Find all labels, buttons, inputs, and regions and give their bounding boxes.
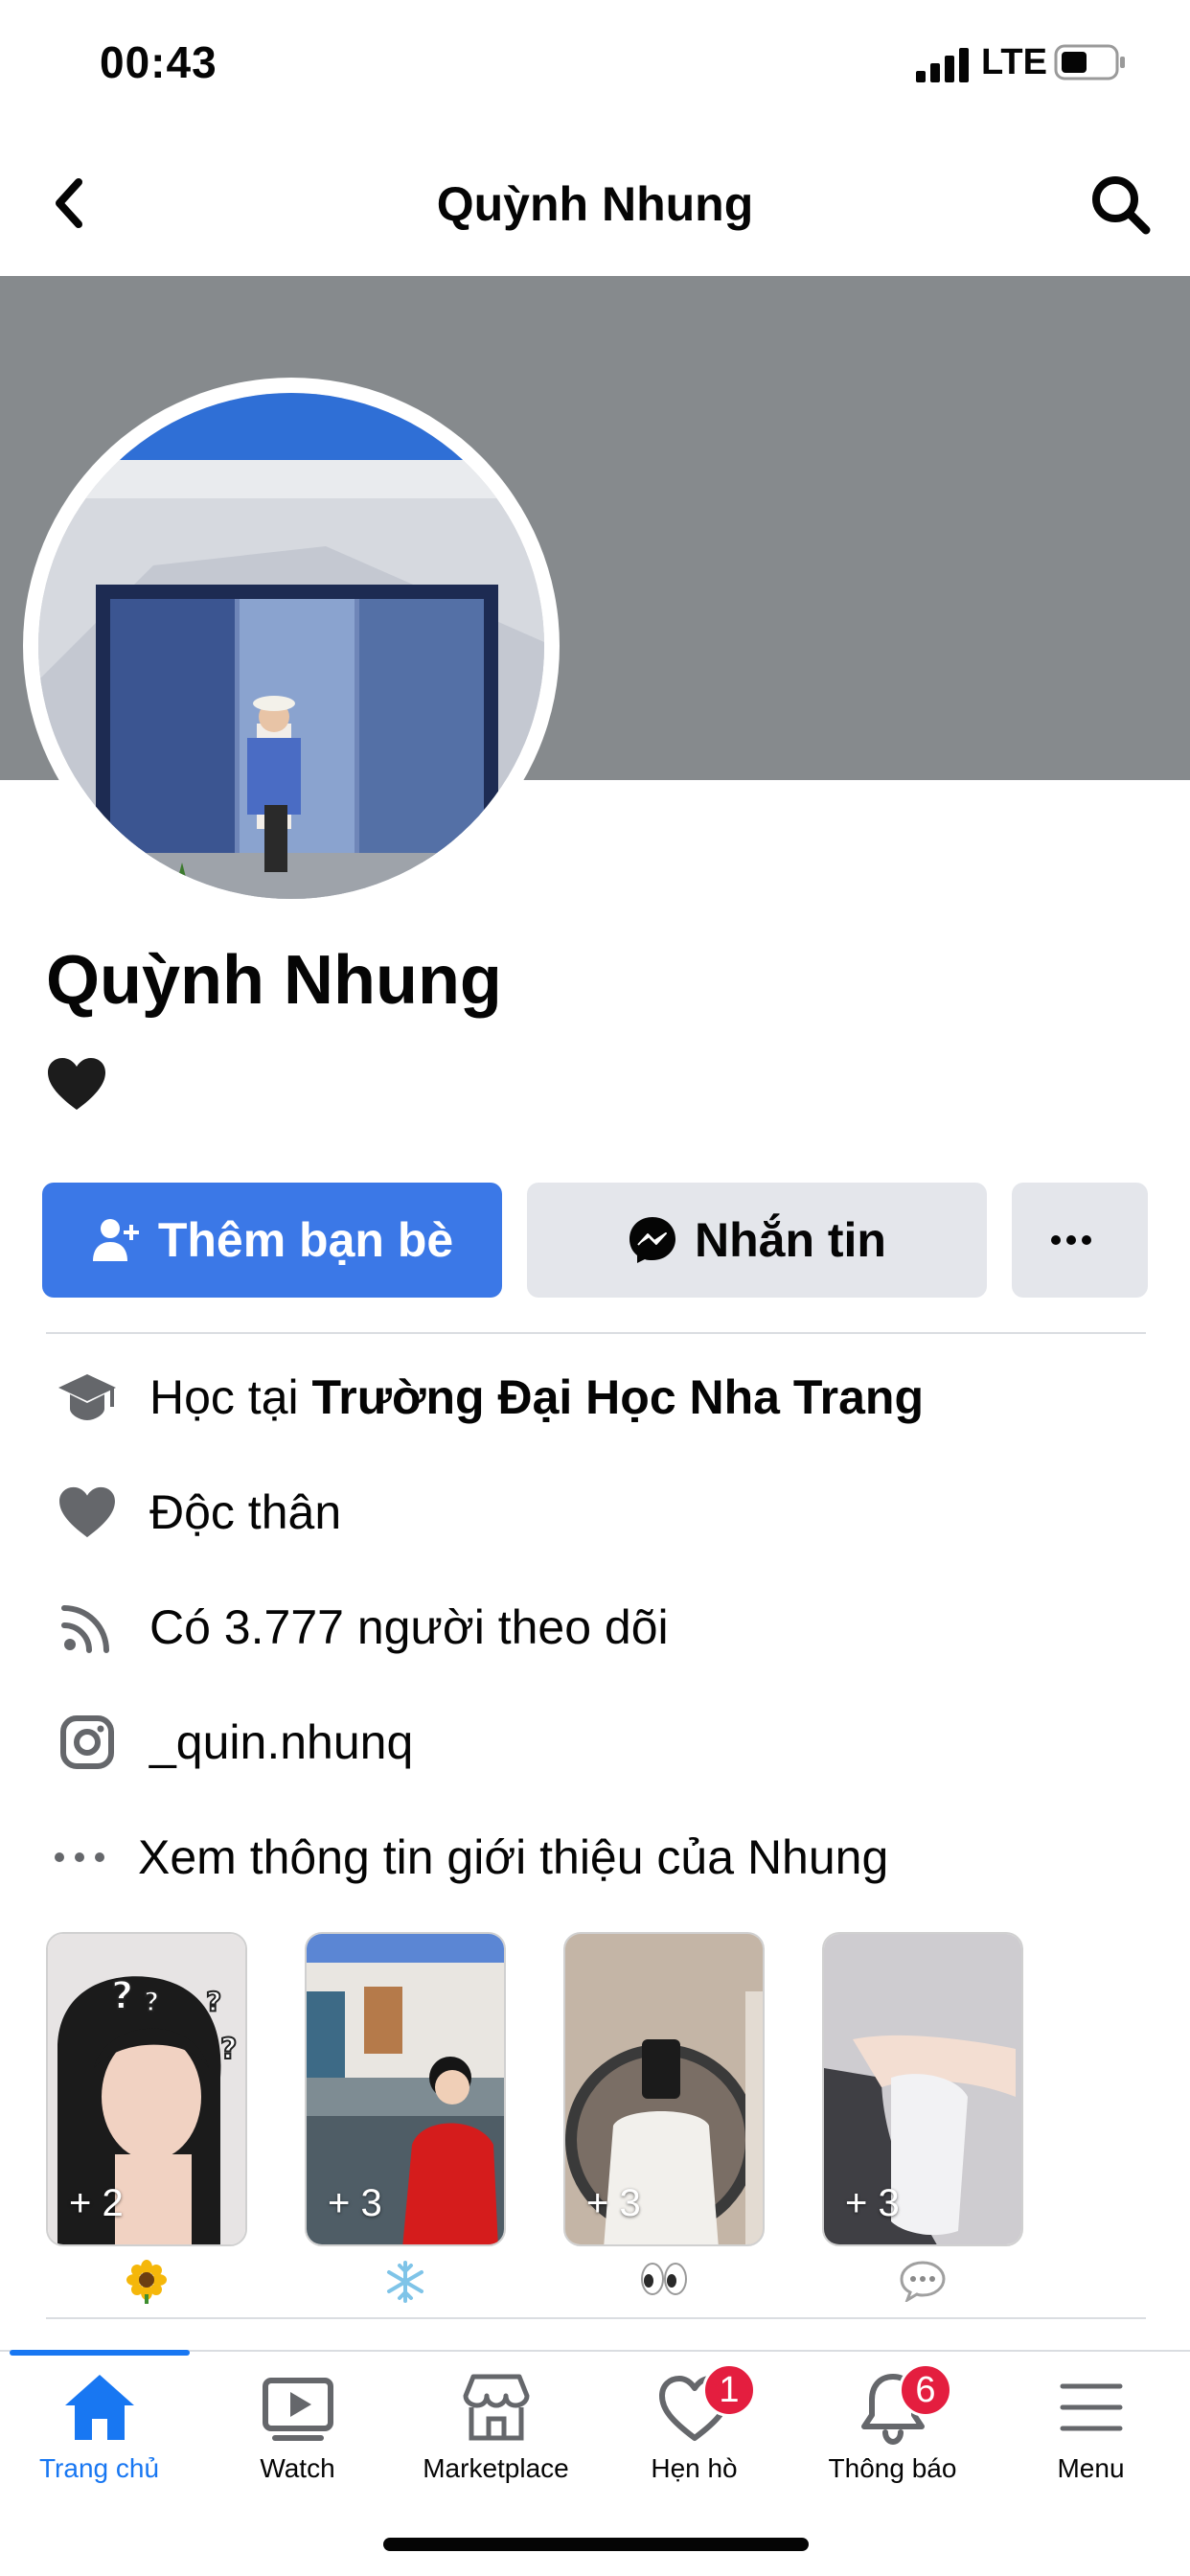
profile-name: Quỳnh Nhung bbox=[46, 942, 502, 1019]
svg-text:?: ? bbox=[144, 1986, 159, 2017]
tab-home[interactable]: Trang chủ bbox=[0, 2352, 198, 2505]
profile-avatar[interactable] bbox=[23, 378, 560, 914]
tab-dating[interactable]: 1 Hẹn hò bbox=[595, 2352, 793, 2505]
info-followers: Có 3.777 người theo dõi bbox=[0, 1579, 1190, 1675]
svg-text:?: ? bbox=[206, 1986, 221, 2017]
highlight-card[interactable]: + 3 bbox=[563, 1932, 765, 2246]
signal-icon bbox=[916, 48, 969, 82]
home-indicator[interactable] bbox=[383, 2538, 809, 2551]
tab-notifications-label: Thông báo bbox=[828, 2453, 957, 2483]
education-school[interactable]: Trường Đại Học Nha Trang bbox=[312, 1370, 925, 1424]
message-button[interactable]: Nhắn tin bbox=[527, 1183, 987, 1298]
watch-icon bbox=[262, 2378, 333, 2441]
see-about-link[interactable]: Xem thông tin giới thiệu của Nhung bbox=[138, 1829, 888, 1885]
highlight-emoji bbox=[563, 2260, 765, 2308]
tab-watch-label: Watch bbox=[260, 2453, 335, 2483]
highlight-count: + 3 bbox=[845, 2182, 900, 2224]
graduation-cap-icon bbox=[58, 1374, 116, 1420]
info-relationship-text: Độc thân bbox=[149, 1485, 342, 1539]
highlight-emoji bbox=[822, 2260, 1023, 2308]
highlight-count: + 2 bbox=[69, 2182, 124, 2224]
info-relationship: Độc thân bbox=[0, 1464, 1190, 1560]
status-bar: 00:43 LTE bbox=[0, 0, 1190, 134]
avatar-photo bbox=[38, 393, 544, 899]
info-education: Học tại Trường Đại Học Nha Trang bbox=[0, 1349, 1190, 1445]
more-dots-icon bbox=[55, 1852, 104, 1862]
highlight-card[interactable]: + 3 bbox=[822, 1932, 1023, 2246]
highlight-card[interactable]: + 3 bbox=[305, 1932, 506, 2246]
snowflake-icon bbox=[387, 2261, 423, 2303]
tab-dating-label: Hẹn hò bbox=[651, 2453, 738, 2483]
messenger-icon bbox=[629, 1217, 675, 1263]
dating-badge: 1 bbox=[702, 2363, 756, 2417]
highlight-count: + 3 bbox=[328, 2182, 382, 2224]
more-icon bbox=[1051, 1235, 1091, 1245]
info-instagram-text[interactable]: _quin.nhunq bbox=[149, 1714, 413, 1770]
tab-menu[interactable]: Menu bbox=[992, 2352, 1190, 2505]
search-icon[interactable] bbox=[1088, 172, 1152, 236]
add-friend-button[interactable]: Thêm bạn bè bbox=[42, 1183, 502, 1298]
sunflower-icon bbox=[126, 2260, 167, 2304]
battery-icon bbox=[1054, 44, 1125, 80]
info-instagram: _quin.nhunq bbox=[0, 1694, 1190, 1790]
tab-menu-label: Menu bbox=[1057, 2453, 1125, 2483]
highlight-card[interactable]: ? ? ? ? + 2 bbox=[46, 1932, 247, 2246]
highlight-count: + 3 bbox=[586, 2182, 641, 2224]
page-title: Quỳnh Nhung bbox=[436, 177, 754, 231]
home-icon bbox=[64, 2375, 134, 2440]
tab-marketplace-label: Marketplace bbox=[423, 2453, 569, 2483]
info-see-about[interactable]: Xem thông tin giới thiệu của Nhung bbox=[0, 1809, 1190, 1905]
info-education-text: Học tại Trường Đại Học Nha Trang bbox=[149, 1369, 924, 1425]
divider bbox=[46, 2317, 1146, 2319]
rss-icon bbox=[61, 1605, 109, 1653]
hamburger-menu-icon bbox=[1060, 2383, 1122, 2431]
heart-icon bbox=[59, 1486, 115, 1538]
education-prefix: Học tại bbox=[149, 1370, 312, 1424]
tab-notifications[interactable]: 6 Thông báo bbox=[793, 2352, 992, 2505]
message-label: Nhắn tin bbox=[695, 1213, 886, 1267]
tab-marketplace[interactable]: Marketplace bbox=[397, 2352, 595, 2505]
divider bbox=[46, 1332, 1146, 1334]
network-type: LTE bbox=[981, 42, 1047, 82]
notifications-badge: 6 bbox=[899, 2363, 952, 2417]
info-followers-text[interactable]: Có 3.777 người theo dõi bbox=[149, 1599, 669, 1655]
add-friend-icon bbox=[92, 1219, 139, 1261]
status-time: 00:43 bbox=[100, 37, 217, 87]
more-options-button[interactable] bbox=[1012, 1183, 1148, 1298]
add-friend-label: Thêm bạn bè bbox=[157, 1213, 454, 1267]
instagram-icon bbox=[60, 1715, 114, 1769]
highlight-emoji bbox=[46, 2260, 247, 2308]
marketplace-icon bbox=[463, 2374, 529, 2441]
tab-home-label: Trang chủ bbox=[38, 2453, 160, 2483]
svg-text:?: ? bbox=[111, 1974, 133, 2018]
speech-bubble-icon bbox=[900, 2261, 946, 2302]
nav-header: Quỳnh Nhung bbox=[0, 134, 1190, 276]
eyes-icon bbox=[641, 2263, 687, 2295]
black-heart-icon bbox=[48, 1058, 105, 1110]
svg-text:?: ? bbox=[220, 2033, 237, 2066]
highlight-emoji bbox=[305, 2260, 506, 2308]
tab-watch[interactable]: Watch bbox=[198, 2352, 397, 2505]
